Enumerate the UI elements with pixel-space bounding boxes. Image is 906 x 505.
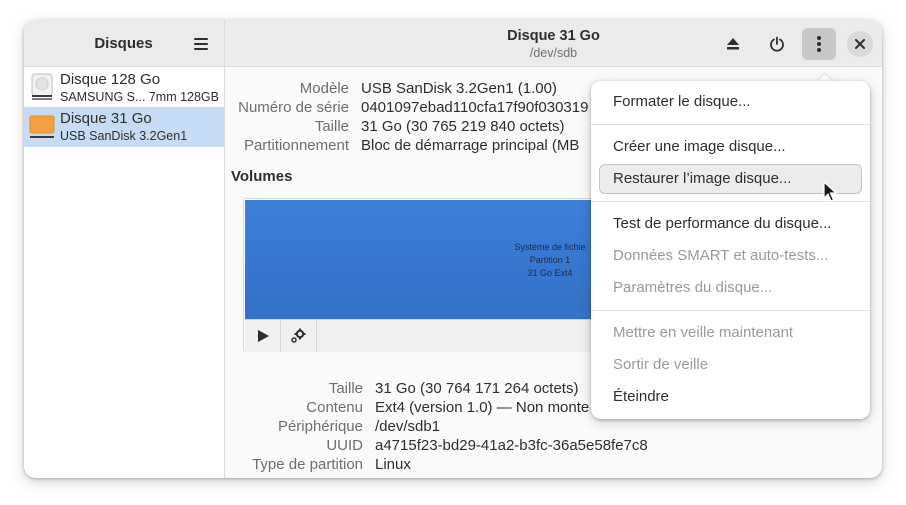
play-icon — [257, 330, 269, 342]
usb-drive-icon — [29, 115, 55, 138]
vol-device-label: Périphérique — [277, 418, 363, 435]
partitioning-label: Partitionnement — [243, 137, 349, 154]
vol-device-value: /dev/sdb1 — [375, 418, 441, 435]
model-value: USB SanDisk 3.2Gen1 (1.00) — [361, 80, 557, 97]
close-icon — [855, 39, 865, 49]
power-icon — [770, 36, 784, 52]
harddisk-icon — [31, 73, 53, 100]
disk-name: Disque 31 Go — [60, 110, 152, 127]
menu-benchmark[interactable]: Test de performance du disque... — [599, 209, 862, 239]
disk-model: USB SanDisk 3.2Gen1 — [60, 129, 188, 143]
sidebar: Disques Disque 128 Go SAMSUNG S... 7mm 1… — [24, 20, 225, 478]
menu-format-disk[interactable]: Formater le disque... — [599, 87, 862, 117]
size-value: 31 Go (30 765 219 840 octets) — [361, 118, 565, 135]
vol-parttype-label: Type de partition — [252, 456, 363, 473]
volumes-title: Volumes — [231, 168, 293, 185]
menu-create-image[interactable]: Créer une image disque... — [599, 132, 862, 162]
vertical-dots-icon — [817, 36, 821, 52]
partition-label: Système de fichie Partition 1 31 Go Ext4 — [514, 242, 586, 278]
eject-button[interactable] — [716, 28, 750, 60]
gears-icon — [290, 328, 305, 343]
main-menu-button[interactable] — [190, 33, 212, 55]
vol-content-label: Contenu — [306, 399, 363, 416]
close-button[interactable] — [847, 31, 873, 57]
drive-menu-popover: Formater le disque... Créer une image di… — [591, 81, 870, 419]
header-bar: Disque 31 Go /dev/sdb — [225, 20, 882, 67]
vol-uuid-value: a4715f23-bd29-41a2-b3fc-36a5e58fe7c8 — [375, 437, 648, 454]
menu-standby: Mettre en veille maintenant — [613, 324, 794, 341]
disk-name: Disque 128 Go — [60, 71, 161, 88]
eject-icon — [727, 38, 739, 50]
menu-separator — [591, 124, 870, 125]
menu-drive-settings: Paramètres du disque... — [613, 279, 773, 296]
model-label: Modèle — [299, 80, 349, 97]
disk-model: SAMSUNG S... — [60, 90, 146, 104]
power-off-button[interactable] — [760, 28, 794, 60]
menu-separator — [591, 310, 870, 311]
mouse-cursor-icon — [823, 181, 837, 202]
hamburger-icon — [194, 38, 208, 40]
menu-wakeup: Sortir de veille — [613, 356, 709, 373]
sidebar-disk-31[interactable]: Disque 31 Go USB SanDisk 3.2Gen1 — [24, 107, 224, 147]
sidebar-header: Disques — [24, 20, 224, 67]
drive-menu-button[interactable] — [802, 28, 836, 60]
partitioning-value: Bloc de démarrage principal (MB — [361, 137, 580, 154]
vol-content-value: Ext4 (version 1.0) — Non monte — [375, 399, 590, 416]
menu-smart: Données SMART et auto-tests... — [613, 247, 829, 264]
serial-value: 0401097ebad110cfa17f90f030319 — [361, 99, 589, 116]
vol-parttype-value: Linux — [375, 456, 411, 473]
menu-power-off[interactable]: Éteindre — [599, 382, 862, 412]
vol-uuid-label: UUID — [326, 437, 363, 454]
mount-button[interactable] — [245, 320, 281, 352]
vol-size-label: Taille — [328, 380, 363, 397]
size-label: Taille — [314, 118, 349, 135]
sidebar-disk-128[interactable]: Disque 128 Go SAMSUNG S... 7mm 128GB — [24, 68, 224, 108]
partition-options-button[interactable] — [281, 320, 317, 352]
vol-size-value: 31 Go (30 764 171 264 octets) — [375, 380, 579, 397]
disk-size: 7mm 128GB — [148, 90, 219, 104]
serial-label: Numéro de série — [238, 99, 349, 116]
